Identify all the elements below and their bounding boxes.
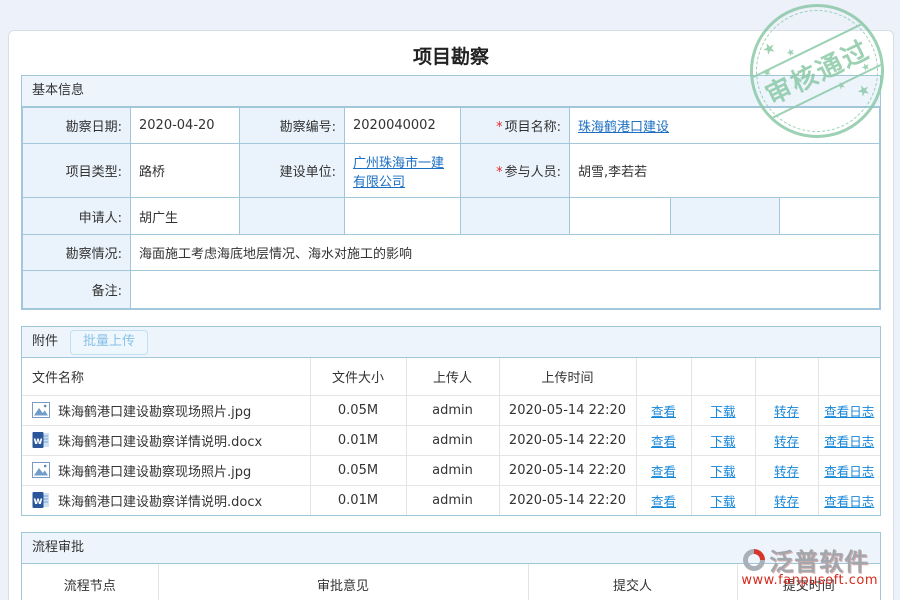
- attachments-header: 附件 批量上传: [22, 327, 880, 358]
- basic-info-header: 基本信息: [22, 76, 880, 107]
- empty-value-cell: [780, 198, 880, 235]
- col-action: [818, 358, 880, 395]
- image-file-icon: [32, 462, 50, 478]
- attachments-section: 附件 批量上传 文件名称 文件大小 上传人 上传时间 珠海鹤港口建: [21, 326, 881, 516]
- uploader: admin: [406, 485, 499, 515]
- build-unit-link[interactable]: 广州珠海市一建有限公司: [353, 156, 444, 190]
- attachments-table: 文件名称 文件大小 上传人 上传时间 珠海鹤港口建设勘察现场照片.jpg 0.0…: [22, 358, 880, 515]
- situation-label: 勘察情况:: [23, 235, 131, 271]
- attachments-header-row: 文件名称 文件大小 上传人 上传时间: [22, 358, 880, 395]
- attachments-title: 附件: [32, 327, 58, 357]
- approval-section: 流程审批 流程节点 审批意见 提交人 提交时间: [21, 532, 881, 600]
- batch-upload-button[interactable]: 批量上传: [70, 330, 148, 355]
- empty-value-cell: [570, 198, 671, 235]
- uploader: admin: [406, 455, 499, 485]
- build-unit-label: 建设单位:: [240, 144, 345, 198]
- form-page: 项目勘察 基本信息 勘察日期: 2020-04-20 勘察编号: 2020040…: [8, 30, 894, 600]
- col-submitter: 提交人: [528, 564, 737, 600]
- participants-label: *参与人员:: [461, 144, 570, 198]
- col-flow-node: 流程节点: [22, 564, 158, 600]
- remark-value: [131, 271, 880, 309]
- save-copy-link[interactable]: 转存: [774, 494, 799, 509]
- view-link[interactable]: 查看: [651, 494, 676, 509]
- col-uploader: 上传人: [406, 358, 499, 395]
- empty-label-cell: [240, 198, 345, 235]
- file-name: 珠海鹤港口建设勘察现场照片.jpg: [58, 461, 251, 480]
- col-submit-time: 提交时间: [737, 564, 880, 600]
- file-name: 珠海鹤港口建设勘察详情说明.docx: [58, 491, 262, 510]
- save-copy-link[interactable]: 转存: [774, 404, 799, 419]
- download-link[interactable]: 下载: [710, 494, 735, 509]
- view-link[interactable]: 查看: [651, 434, 676, 449]
- col-file-name: 文件名称: [22, 358, 310, 395]
- basic-info-table: 勘察日期: 2020-04-20 勘察编号: 2020040002 *项目名称:…: [22, 107, 880, 309]
- download-link[interactable]: 下载: [710, 404, 735, 419]
- empty-value-cell: [345, 198, 461, 235]
- basic-info-section: 基本信息 勘察日期: 2020-04-20 勘察编号: 2020040002 *…: [21, 75, 881, 310]
- survey-no-value: 2020040002: [345, 108, 461, 144]
- col-approval-opinion: 审批意见: [158, 564, 528, 600]
- col-action: [755, 358, 818, 395]
- view-log-link[interactable]: 查看日志: [824, 464, 874, 479]
- project-type-label: 项目类型:: [23, 144, 131, 198]
- download-link[interactable]: 下载: [710, 464, 735, 479]
- required-mark: *: [496, 120, 503, 135]
- table-row: 珠海鹤港口建设勘察现场照片.jpg 0.05M admin 2020-05-14…: [22, 395, 880, 425]
- upload-time: 2020-05-14 22:20: [499, 455, 636, 485]
- table-row: w 珠海鹤港口建设勘察详情说明.docx 0.01M admin 2020-05…: [22, 425, 880, 455]
- page-title: 项目勘察: [21, 31, 881, 75]
- save-copy-link[interactable]: 转存: [774, 464, 799, 479]
- uploader: admin: [406, 425, 499, 455]
- applicant-value: 胡广生: [131, 198, 240, 235]
- empty-label-cell: [461, 198, 570, 235]
- file-size: 0.01M: [310, 485, 406, 515]
- situation-value: 海面施工考虑海底地层情况、海水对施工的影响: [131, 235, 880, 271]
- word-file-icon: w: [32, 431, 50, 449]
- col-upload-time: 上传时间: [499, 358, 636, 395]
- upload-time: 2020-05-14 22:20: [499, 425, 636, 455]
- approval-header: 流程审批: [22, 533, 880, 564]
- approval-title: 流程审批: [32, 533, 84, 563]
- file-size: 0.05M: [310, 395, 406, 425]
- upload-time: 2020-05-14 22:20: [499, 395, 636, 425]
- approval-table: 流程节点 审批意见 提交人 提交时间: [22, 564, 880, 600]
- col-action: [636, 358, 691, 395]
- project-name-link[interactable]: 珠海鹤港口建设: [578, 120, 669, 135]
- svg-text:w: w: [33, 496, 42, 507]
- view-link[interactable]: 查看: [651, 464, 676, 479]
- table-row: w 珠海鹤港口建设勘察详情说明.docx 0.01M admin 2020-05…: [22, 485, 880, 515]
- view-link[interactable]: 查看: [651, 404, 676, 419]
- survey-no-label: 勘察编号:: [240, 108, 345, 144]
- remark-label: 备注:: [23, 271, 131, 309]
- view-log-link[interactable]: 查看日志: [824, 494, 874, 509]
- download-link[interactable]: 下载: [710, 434, 735, 449]
- col-file-size: 文件大小: [310, 358, 406, 395]
- table-row: 珠海鹤港口建设勘察现场照片.jpg 0.05M admin 2020-05-14…: [22, 455, 880, 485]
- applicant-label: 申请人:: [23, 198, 131, 235]
- file-size: 0.05M: [310, 455, 406, 485]
- file-name: 珠海鹤港口建设勘察详情说明.docx: [58, 431, 262, 450]
- word-file-icon: w: [32, 491, 50, 509]
- view-log-link[interactable]: 查看日志: [824, 434, 874, 449]
- uploader: admin: [406, 395, 499, 425]
- approval-header-row: 流程节点 审批意见 提交人 提交时间: [22, 564, 880, 600]
- view-log-link[interactable]: 查看日志: [824, 404, 874, 419]
- upload-time: 2020-05-14 22:20: [499, 485, 636, 515]
- required-mark: *: [496, 165, 503, 180]
- file-name: 珠海鹤港口建设勘察现场照片.jpg: [58, 401, 251, 420]
- image-file-icon: [32, 402, 50, 418]
- basic-info-title: 基本信息: [32, 76, 84, 106]
- survey-date-value: 2020-04-20: [131, 108, 240, 144]
- project-type-value: 路桥: [131, 144, 240, 198]
- survey-date-label: 勘察日期:: [23, 108, 131, 144]
- col-action: [691, 358, 755, 395]
- empty-label-cell: [671, 198, 780, 235]
- participants-value: 胡雪,李若若: [570, 144, 880, 198]
- project-name-label: *项目名称:: [461, 108, 570, 144]
- svg-text:w: w: [33, 436, 42, 447]
- file-size: 0.01M: [310, 425, 406, 455]
- save-copy-link[interactable]: 转存: [774, 434, 799, 449]
